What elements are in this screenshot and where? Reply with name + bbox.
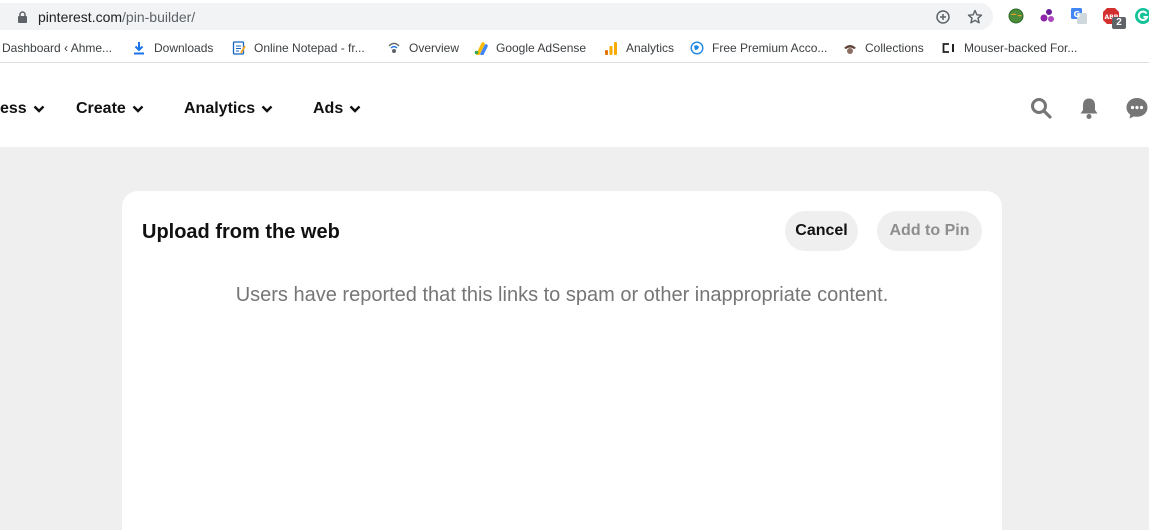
add-to-pin-button[interactable]: Add to Pin (877, 211, 982, 251)
url-path: /pin-builder/ (122, 9, 196, 25)
chevron-down-icon (132, 105, 144, 113)
bookmark-downloads[interactable]: Downloads (132, 40, 213, 56)
bookmark-label: Collections (865, 41, 924, 55)
analytics-icon (605, 42, 617, 55)
globe-extension-icon[interactable] (1007, 7, 1025, 25)
nav-label: Ads (313, 100, 344, 117)
bookmark-dashboard[interactable]: Dashboard ‹ Ahme... (2, 40, 112, 56)
modal-title: Upload from the web (142, 221, 340, 243)
bookmark-label: Online Notepad - fr... (254, 41, 365, 55)
bookmark-label: Downloads (154, 41, 214, 55)
translate-extension-icon[interactable]: G (1070, 7, 1088, 25)
bookmark-mouser[interactable]: Mouser-backed For... (942, 40, 1077, 56)
nav-create[interactable]: Create (76, 98, 144, 120)
collections-icon (844, 45, 856, 54)
globe-icon (690, 41, 704, 55)
bookmarks-bar: Dashboard ‹ Ahme... Downloads Online Not… (0, 33, 1149, 63)
bookmark-label: Google AdSense (496, 41, 587, 55)
bookmark-star-icon[interactable] (967, 9, 983, 25)
bookmark-online-notepad[interactable]: Online Notepad - fr... (232, 40, 365, 56)
bookmark-label: Overview (409, 41, 460, 55)
nav-analytics[interactable]: Analytics (184, 98, 273, 120)
extension-badge: 2 (1112, 17, 1126, 29)
adsense-icon (474, 42, 488, 55)
mouser-icon (942, 43, 954, 53)
bookmark-google-adsense[interactable]: Google AdSense (474, 40, 586, 56)
bookmark-free-premium[interactable]: Free Premium Acco... (690, 40, 827, 56)
nav-ads[interactable]: Ads (313, 98, 361, 120)
browser-window: pinterest.com/pin-builder/ G A (0, 0, 1149, 530)
pinterest-header: ess Create Analytics Ads (0, 67, 1149, 147)
url-host: pinterest.com (38, 9, 123, 25)
nav-label: Create (76, 100, 126, 117)
download-arrow-icon (134, 42, 144, 55)
lock-icon (18, 11, 27, 23)
url-text: pinterest.com/pin-builder/ (38, 9, 195, 25)
bookmark-analytics[interactable]: Analytics (604, 40, 674, 56)
bookmark-label: Dashboard ‹ Ahme... (2, 41, 113, 55)
notifications-bell-icon[interactable] (1077, 96, 1101, 120)
svg-text:G: G (1074, 10, 1081, 19)
overview-icon (388, 42, 400, 53)
install-app-icon[interactable] (935, 9, 951, 25)
spam-warning-message: Users have reported that this links to s… (235, 284, 889, 306)
messages-icon[interactable] (1125, 96, 1149, 120)
nav-label: ess (0, 100, 27, 117)
chevron-down-icon (33, 105, 45, 113)
grammarly-extension-icon[interactable] (1134, 7, 1149, 25)
upload-from-web-modal: Upload from the web Cancel Add to Pin Us… (122, 191, 1002, 530)
browser-toolbar: pinterest.com/pin-builder/ G A (0, 0, 1149, 33)
page-background: Upload from the web Cancel Add to Pin Us… (0, 147, 1149, 530)
address-bar[interactable]: pinterest.com/pin-builder/ (0, 3, 993, 30)
nav-label: Analytics (184, 100, 256, 117)
cancel-button[interactable]: Cancel (785, 211, 858, 251)
bookmark-label: Mouser-backed For... (964, 41, 1078, 55)
bookmark-label: Analytics (626, 41, 675, 55)
notepad-icon (232, 41, 246, 55)
molecule-extension-icon[interactable] (1039, 7, 1057, 25)
bookmark-overview[interactable]: Overview (387, 40, 459, 56)
nav-business[interactable]: ess (0, 98, 45, 120)
bookmark-label: Free Premium Acco... (712, 41, 828, 55)
search-icon[interactable] (1029, 96, 1053, 120)
bookmark-collections[interactable]: Collections (843, 40, 924, 56)
chevron-down-icon (349, 105, 361, 113)
chevron-down-icon (261, 105, 273, 113)
